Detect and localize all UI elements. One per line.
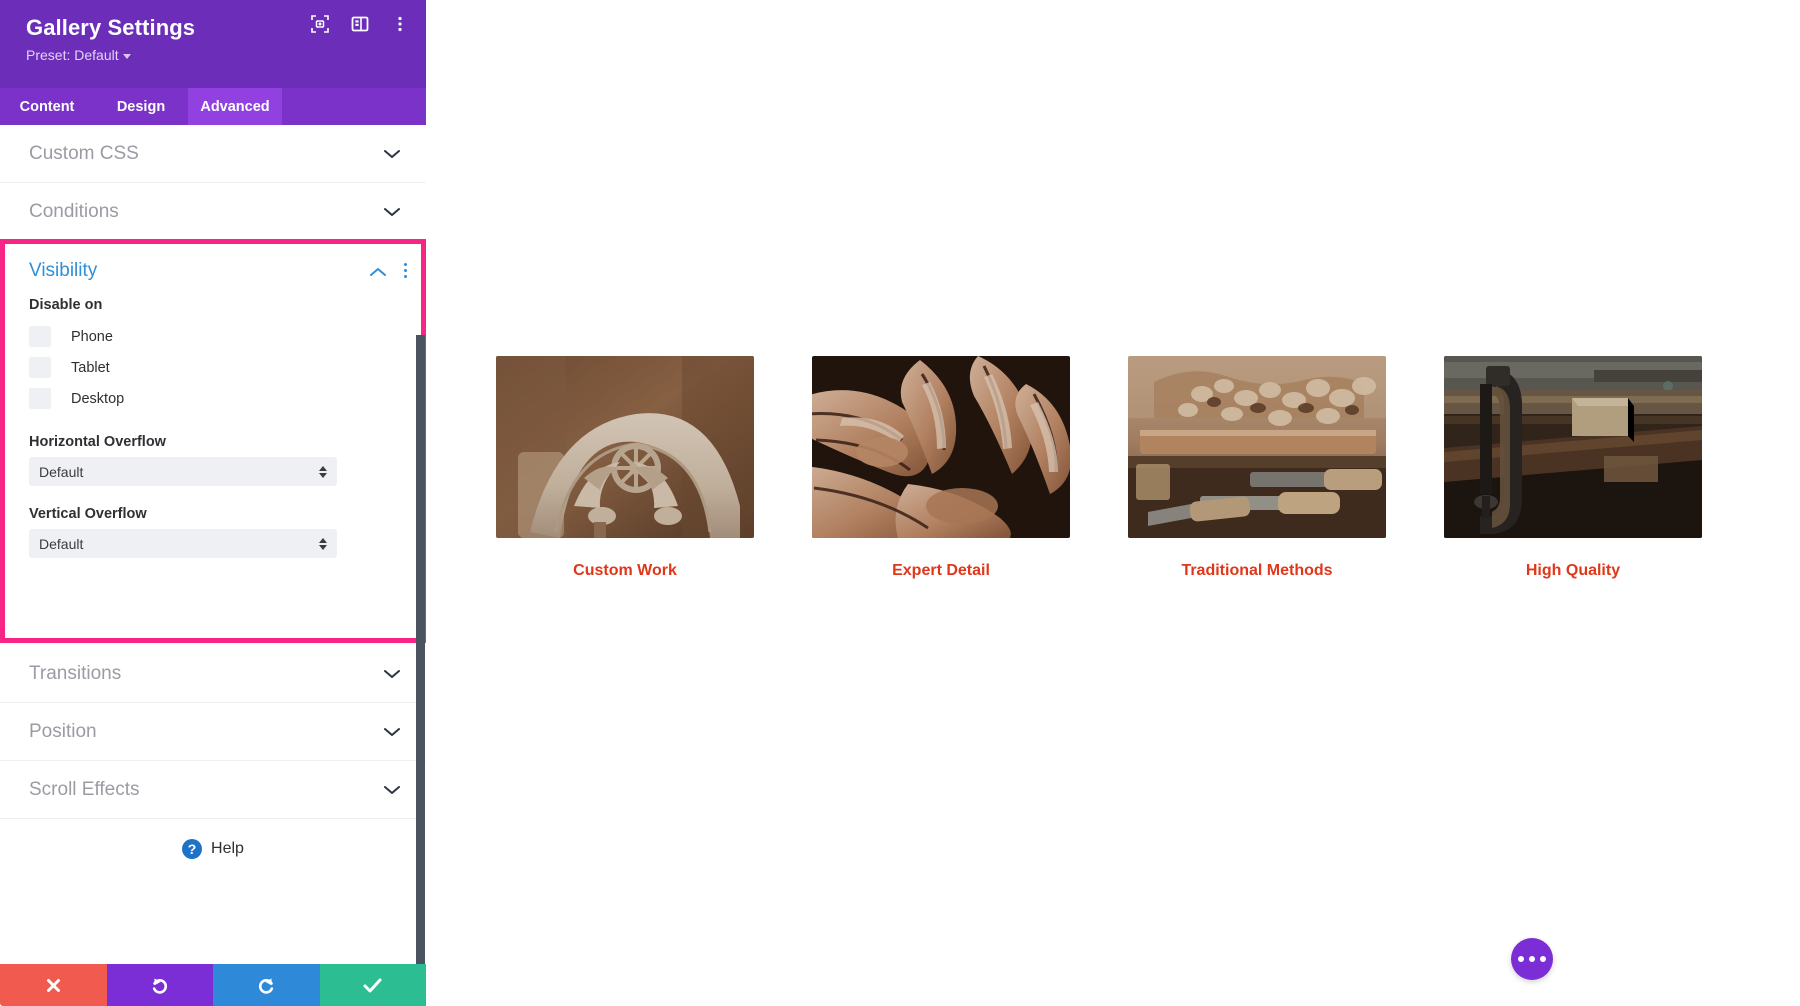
undo-button[interactable] xyxy=(106,964,213,1006)
more-horizontal-icon-dot xyxy=(1529,956,1535,962)
checkbox-row-phone[interactable]: Phone xyxy=(29,321,397,352)
section-transitions-header[interactable]: Transitions xyxy=(0,645,426,702)
horizontal-overflow-label: Horizontal Overflow xyxy=(29,434,166,450)
help-button[interactable]: ? Help xyxy=(0,819,426,879)
section-position-header[interactable]: Position xyxy=(0,703,426,760)
gallery-caption[interactable]: Custom Work xyxy=(496,562,754,580)
layout-panel-icon[interactable] xyxy=(350,14,370,34)
checkbox-row-tablet[interactable]: Tablet xyxy=(29,352,397,383)
gallery-image-carving-tools[interactable] xyxy=(1128,356,1386,538)
checkbox-tablet[interactable] xyxy=(29,357,51,378)
chevron-down-icon xyxy=(122,53,131,59)
panel-header-icons xyxy=(310,14,410,34)
gallery-caption[interactable]: Expert Detail xyxy=(812,562,1070,580)
section-custom-css-header[interactable]: Custom CSS xyxy=(0,125,426,182)
visibility-fields: Disable on Phone Tablet Desktop Horizont… xyxy=(5,297,421,558)
section-position[interactable]: Position xyxy=(0,703,426,761)
chevron-down-icon xyxy=(384,669,400,679)
tab-content[interactable]: Content xyxy=(0,88,94,125)
redo-arrow-icon xyxy=(258,977,273,994)
preset-selector[interactable]: Preset: Default xyxy=(26,46,131,64)
panel-body: Custom CSS Conditions Transitions Positi… xyxy=(0,125,426,964)
chevron-down-icon xyxy=(384,207,400,217)
module-settings-panel: Gallery Settings Preset: Default Content… xyxy=(0,0,426,1006)
section-conditions-label: Conditions xyxy=(29,200,119,222)
settings-tabs: Content Design Advanced xyxy=(0,88,426,125)
checkbox-tablet-label: Tablet xyxy=(71,359,110,376)
help-label: Help xyxy=(211,840,244,857)
panel-header: Gallery Settings Preset: Default xyxy=(0,0,426,88)
gallery-caption[interactable]: Traditional Methods xyxy=(1128,562,1386,580)
checkbox-row-desktop[interactable]: Desktop xyxy=(29,383,397,414)
section-scroll-effects-label: Scroll Effects xyxy=(29,778,140,800)
save-changes-button[interactable] xyxy=(319,964,426,1006)
vertical-overflow-label: Vertical Overflow xyxy=(29,506,147,522)
focus-target-icon[interactable] xyxy=(310,14,330,34)
tab-design-label: Design xyxy=(116,98,166,115)
page-canvas: Custom Work Expert Detail Traditional Me… xyxy=(426,0,1800,1006)
tab-advanced-label: Advanced xyxy=(200,98,270,115)
section-custom-css[interactable]: Custom CSS xyxy=(0,125,426,183)
panel-footer-actions xyxy=(0,964,426,1006)
gallery-image-clamp-workbench[interactable] xyxy=(1444,356,1702,538)
select-arrows-icon xyxy=(319,465,327,478)
section-transitions-label: Transitions xyxy=(29,662,122,684)
section-scroll-effects-header[interactable]: Scroll Effects xyxy=(0,761,426,818)
disable-on-label: Disable on xyxy=(29,297,103,313)
chevron-down-icon xyxy=(384,149,400,159)
gallery-item[interactable]: Traditional Methods xyxy=(1128,356,1386,580)
checkmark-icon xyxy=(363,978,382,992)
gallery-item[interactable]: Custom Work xyxy=(496,356,754,580)
chevron-up-icon[interactable] xyxy=(369,265,387,277)
section-conditions-header[interactable]: Conditions xyxy=(0,183,426,240)
gallery-image-carved-chair[interactable] xyxy=(496,356,754,538)
section-visibility-more-icon[interactable] xyxy=(403,263,407,278)
more-vertical-icon[interactable] xyxy=(390,14,410,34)
discard-changes-button[interactable] xyxy=(0,964,107,1006)
gallery-caption[interactable]: High Quality xyxy=(1444,562,1702,580)
section-transitions[interactable]: Transitions xyxy=(0,645,426,703)
divi-builder-screen: Gallery Settings Preset: Default Content… xyxy=(0,0,1800,1006)
section-visibility-label: Visibility xyxy=(29,259,98,281)
panel-scrollbar[interactable] xyxy=(416,335,425,964)
vertical-overflow-select[interactable]: Default xyxy=(29,529,337,558)
undo-arrow-icon xyxy=(153,977,168,994)
chevron-down-icon xyxy=(384,727,400,737)
page-settings-fab-button[interactable] xyxy=(1511,938,1553,980)
section-visibility: Visibility Disable on Phone Tablet Deskt… xyxy=(0,239,426,643)
more-horizontal-icon-dot xyxy=(1518,956,1524,962)
checkbox-desktop-label: Desktop xyxy=(71,390,125,407)
tab-advanced[interactable]: Advanced xyxy=(188,88,282,125)
more-horizontal-icon-dot xyxy=(1540,956,1546,962)
section-conditions[interactable]: Conditions xyxy=(0,183,426,241)
tab-content-label: Content xyxy=(19,98,75,115)
section-visibility-inner: Visibility Disable on Phone Tablet Deskt… xyxy=(5,244,421,638)
horizontal-overflow-value: Default xyxy=(39,463,84,480)
checkbox-desktop[interactable] xyxy=(29,388,51,409)
preset-label: Preset: Default xyxy=(26,47,119,63)
redo-button[interactable] xyxy=(213,964,320,1006)
checkbox-phone-label: Phone xyxy=(71,328,113,345)
checkbox-phone[interactable] xyxy=(29,326,51,347)
gallery-item[interactable]: High Quality xyxy=(1444,356,1702,580)
section-scroll-effects[interactable]: Scroll Effects xyxy=(0,761,426,819)
gallery-item[interactable]: Expert Detail xyxy=(812,356,1070,580)
tab-design[interactable]: Design xyxy=(94,88,188,125)
section-position-label: Position xyxy=(29,720,97,742)
gallery-image-acanthus-detail[interactable] xyxy=(812,356,1070,538)
question-circle-icon: ? xyxy=(182,839,203,859)
chevron-down-icon xyxy=(384,785,400,795)
select-arrows-icon xyxy=(319,537,327,550)
section-custom-css-label: Custom CSS xyxy=(29,142,139,164)
horizontal-overflow-select[interactable]: Default xyxy=(29,457,337,486)
gallery-module: Custom Work Expert Detail Traditional Me… xyxy=(426,356,1800,580)
vertical-overflow-value: Default xyxy=(39,535,84,552)
close-x-icon xyxy=(46,978,60,992)
section-visibility-header[interactable]: Visibility xyxy=(5,244,421,297)
